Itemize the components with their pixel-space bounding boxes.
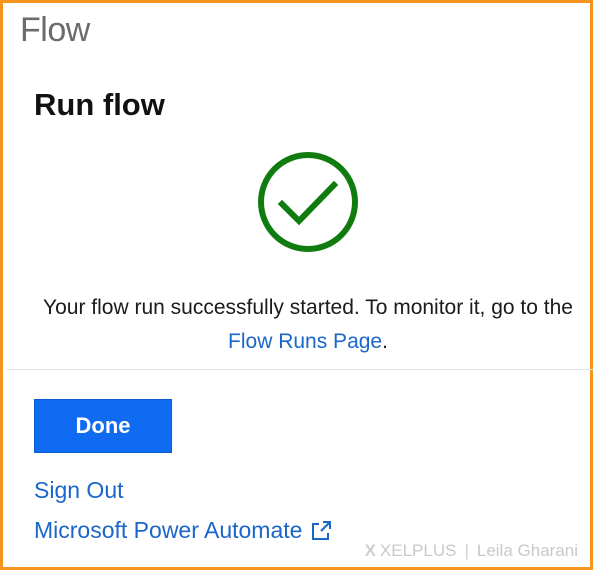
- panel-title: Run flow: [34, 87, 165, 122]
- power-automate-label: Microsoft Power Automate: [34, 517, 303, 543]
- flow-panel-frame: Flow Run flow Your flow run successfully…: [0, 0, 593, 570]
- watermark-x-icon: X: [364, 541, 376, 560]
- message-period: .: [382, 330, 388, 353]
- success-message: Your flow run successfully started. To m…: [23, 291, 593, 359]
- message-text: Your flow run successfully started. To m…: [43, 296, 573, 319]
- done-button[interactable]: Done: [34, 399, 172, 453]
- watermark-author: Leila Gharani: [476, 541, 578, 560]
- watermark-brand: XELPLUS: [379, 541, 457, 560]
- watermark-separator: |: [464, 541, 469, 560]
- app-title: Flow: [20, 11, 90, 49]
- flow-runs-page-link[interactable]: Flow Runs Page: [228, 330, 382, 353]
- checkmark-circle-icon: [258, 152, 358, 252]
- power-automate-link[interactable]: Microsoft Power Automate: [34, 517, 332, 544]
- sign-out-link[interactable]: Sign Out: [34, 477, 124, 504]
- divider: [6, 369, 593, 370]
- external-link-icon: [312, 520, 332, 540]
- watermark: X XELPLUS | Leila Gharani: [365, 541, 578, 561]
